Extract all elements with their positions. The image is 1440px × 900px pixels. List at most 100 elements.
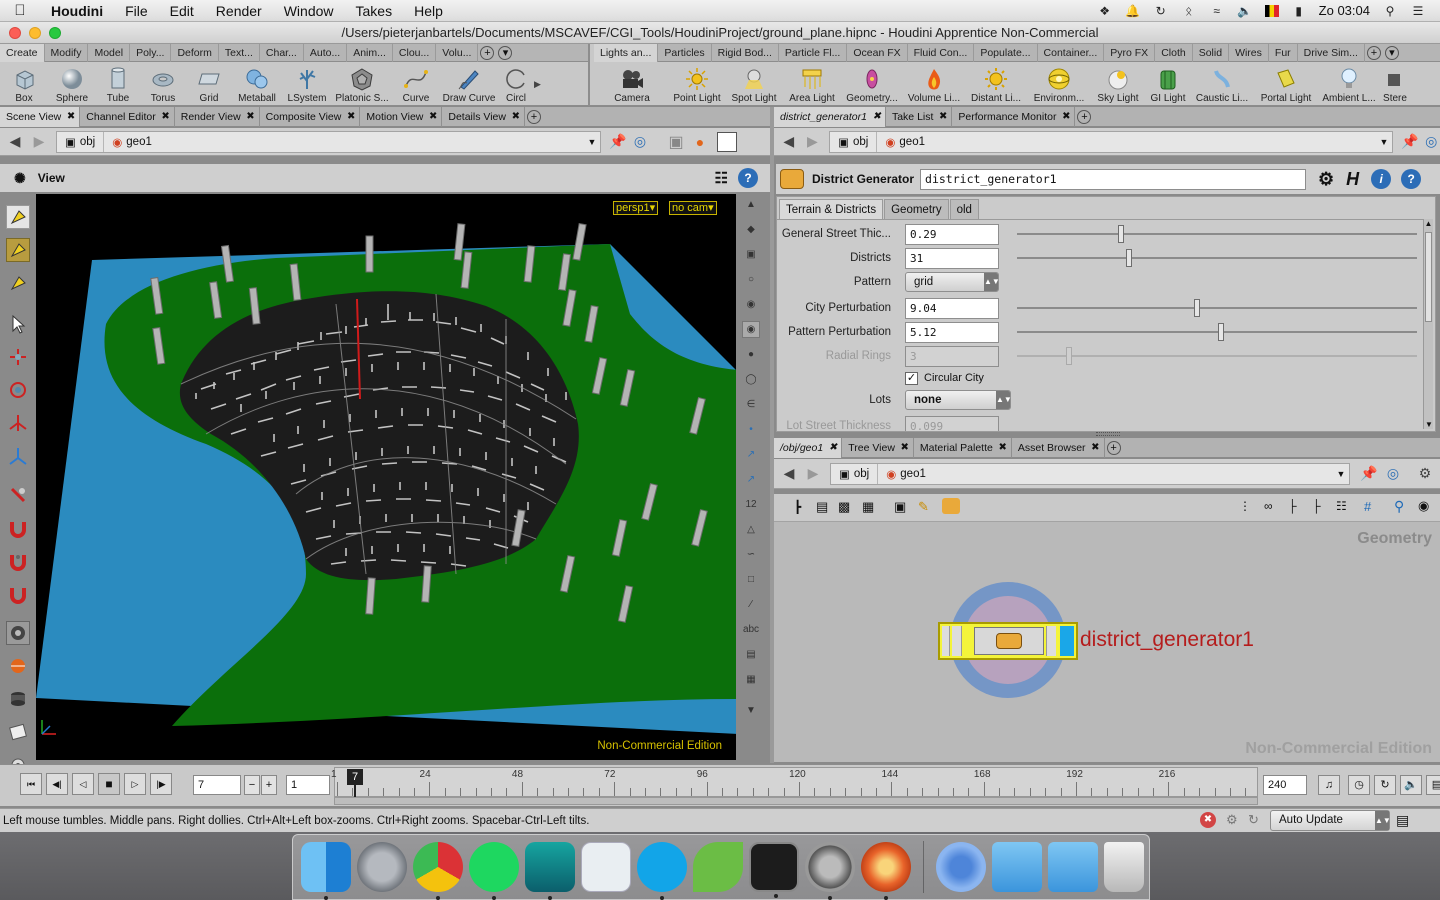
audio-icon[interactable]: ♫ bbox=[1318, 775, 1340, 795]
slider-knob[interactable] bbox=[1126, 249, 1132, 267]
prim-numbers-icon[interactable]: △ bbox=[742, 521, 760, 538]
wire-shading-icon[interactable]: ● bbox=[742, 346, 760, 363]
shelf-tab-anim[interactable]: Anim... bbox=[347, 44, 393, 62]
hidden-line-icon[interactable]: ◯ bbox=[742, 371, 760, 388]
node-bypass-flag[interactable] bbox=[942, 626, 950, 656]
timeline-track[interactable]: 1 24 48 72 96 120 144 168 192 216 7 bbox=[331, 767, 1258, 797]
thumbnail-grid-icon[interactable]: ▦ bbox=[862, 499, 874, 515]
dock-system-preferences-icon[interactable] bbox=[805, 842, 855, 900]
back-arrow-icon[interactable]: ◀ bbox=[780, 465, 798, 483]
camera-nocam-menu[interactable]: no cam▾ bbox=[669, 201, 717, 215]
close-window-button[interactable] bbox=[9, 27, 21, 39]
camera-persp-menu[interactable]: persp1▾ bbox=[613, 201, 659, 215]
shelf-tab-char[interactable]: Char... bbox=[260, 44, 304, 62]
node-district-generator[interactable] bbox=[938, 622, 1078, 660]
subtab-geometry[interactable]: Geometry bbox=[884, 199, 949, 219]
viewport-background-swatch[interactable] bbox=[717, 131, 737, 152]
speaker-icon[interactable]: 🔈 bbox=[1400, 775, 1422, 795]
forward-arrow-icon[interactable]: ▶ bbox=[804, 133, 822, 151]
view-menu-icon[interactable]: ✺ bbox=[14, 170, 26, 187]
viewport-3d-scene[interactable] bbox=[36, 194, 736, 760]
close-tab-icon[interactable]: ✖ bbox=[161, 107, 169, 127]
close-tab-icon[interactable]: ✖ bbox=[939, 107, 947, 127]
align-icon[interactable]: ├ bbox=[1312, 499, 1321, 513]
houdini-h-icon[interactable]: H bbox=[1346, 169, 1359, 190]
tab-scene-view[interactable]: Scene View ✖ bbox=[0, 107, 81, 127]
pattern-perturbation-slider[interactable] bbox=[1017, 323, 1417, 341]
tab-performance-monitor[interactable]: Performance Monitor ✖ bbox=[952, 107, 1076, 127]
path-crumb-obj[interactable]: ▣ obj bbox=[830, 131, 878, 152]
tab-channel-editor[interactable]: Channel Editor ✖ bbox=[80, 107, 175, 127]
tool-area-light[interactable]: Area Light bbox=[784, 62, 840, 106]
magnet-tool-icon[interactable] bbox=[6, 516, 30, 540]
tool-sky-light[interactable]: Sky Light bbox=[1090, 62, 1146, 106]
spotlight-search-icon[interactable]: ⚲ bbox=[1382, 4, 1398, 18]
tool-spot-light[interactable]: Spot Light bbox=[724, 62, 784, 106]
volume-icon[interactable]: 🔈 bbox=[1237, 4, 1253, 18]
tool-stereo-camera[interactable]: Stere bbox=[1380, 62, 1410, 106]
shading-sphere-icon[interactable]: ● bbox=[691, 133, 709, 151]
split-pane-icon[interactable]: ▤ bbox=[1396, 812, 1409, 829]
shelf-tab-create[interactable]: Create bbox=[0, 44, 45, 62]
shelf-tab-ocean-fx[interactable]: Ocean FX bbox=[847, 44, 908, 62]
lots-dropdown[interactable]: none ▲▼ bbox=[905, 390, 1012, 410]
minimize-window-button[interactable] bbox=[29, 27, 41, 39]
digital-asset-icon[interactable] bbox=[942, 498, 960, 514]
point-numbers-icon[interactable]: 12 bbox=[742, 496, 760, 513]
pane-resize-handle[interactable] bbox=[1096, 432, 1120, 436]
view-tool-icon[interactable] bbox=[6, 621, 30, 645]
add-shelf-tab-button-right[interactable]: + bbox=[1366, 46, 1381, 60]
close-tab-icon[interactable]: ✖ bbox=[998, 438, 1006, 458]
lot-street-thickness-field[interactable]: 0.099 bbox=[905, 415, 999, 431]
global-animation-options-icon[interactable]: ▤ bbox=[1426, 775, 1440, 795]
radial-rings-field[interactable]: 3 bbox=[905, 345, 999, 367]
shelf-menu-icon-right[interactable]: ▾ bbox=[1384, 46, 1399, 60]
dependency-icon[interactable]: ├ bbox=[1288, 499, 1297, 513]
scroll-up-icon[interactable]: ▲ bbox=[742, 196, 760, 213]
tab-district-generator[interactable]: district_generator1 ✖ bbox=[774, 107, 886, 127]
menu-clock[interactable]: Zo 03:04 bbox=[1319, 3, 1370, 18]
cook-icon[interactable]: ⚙ bbox=[1226, 812, 1238, 828]
link-icon[interactable]: ◎ bbox=[1422, 133, 1440, 151]
update-mode-dropdown[interactable]: Auto Update ▲▼ bbox=[1270, 810, 1391, 831]
notes-tool-icon[interactable] bbox=[6, 720, 30, 744]
path-crumb-obj[interactable]: ▣ obj bbox=[831, 463, 879, 484]
tool-circle[interactable]: Circl bbox=[498, 62, 534, 106]
dock-launchpad-icon[interactable] bbox=[357, 842, 407, 892]
shelf-tab-clou[interactable]: Clou... bbox=[393, 44, 437, 62]
node-template-flag[interactable] bbox=[1046, 626, 1056, 656]
scale-tool-icon[interactable] bbox=[6, 411, 30, 435]
close-tab-icon[interactable]: ✖ bbox=[901, 438, 909, 458]
zoom-icon[interactable]: ⚲ bbox=[1394, 498, 1404, 515]
current-frame-marker[interactable]: 7 bbox=[347, 769, 363, 785]
display-options-icon[interactable]: ◆ bbox=[742, 221, 760, 238]
forward-arrow-icon[interactable]: ▶ bbox=[804, 465, 822, 483]
scene-viewport[interactable]: persp1▾ no cam▾ Non-Commercial Edition bbox=[36, 194, 736, 760]
realtime-clock-icon[interactable]: ◷ bbox=[1348, 775, 1370, 795]
scroll-up-icon[interactable]: ▲ bbox=[1424, 219, 1433, 228]
dock-spotify-icon[interactable] bbox=[469, 842, 519, 900]
eye-icon[interactable]: ◉ bbox=[1418, 498, 1429, 514]
shelf-tab-fluid-containers[interactable]: Fluid Con... bbox=[908, 44, 975, 62]
shelf-tab-solid[interactable]: Solid bbox=[1193, 44, 1230, 62]
menu-takes[interactable]: Takes bbox=[345, 3, 404, 19]
back-arrow-icon[interactable]: ◀ bbox=[780, 133, 798, 151]
tool-torus[interactable]: Torus bbox=[140, 62, 186, 106]
zoom-window-button[interactable] bbox=[49, 27, 61, 39]
shelf-tab-poly[interactable]: Poly... bbox=[130, 44, 172, 62]
rotate-tool-icon[interactable] bbox=[6, 378, 30, 402]
jump-to-start-button[interactable]: ⏮ bbox=[20, 773, 42, 795]
home-icon[interactable]: ○ bbox=[742, 271, 760, 288]
tool-environment-light[interactable]: Environm... bbox=[1028, 62, 1090, 106]
pin-icon[interactable]: 📌 bbox=[1401, 133, 1419, 151]
end-frame-field[interactable]: 240 bbox=[1263, 775, 1307, 795]
dropbox-icon[interactable]: ❖ bbox=[1097, 4, 1113, 18]
add-shelf-tab-button[interactable]: + bbox=[480, 46, 495, 60]
input-source-flag-icon[interactable] bbox=[1264, 4, 1279, 17]
gear-icon[interactable]: ⚙ bbox=[1416, 465, 1434, 483]
uv-display-icon[interactable]: ∽ bbox=[742, 546, 760, 563]
bluetooth-icon[interactable]: ᛟ bbox=[1181, 4, 1197, 18]
magnet-tool-2-icon[interactable] bbox=[6, 549, 30, 573]
radial-rings-slider[interactable] bbox=[1017, 347, 1417, 365]
pattern-dropdown[interactable]: grid ▲▼ bbox=[905, 272, 1000, 292]
